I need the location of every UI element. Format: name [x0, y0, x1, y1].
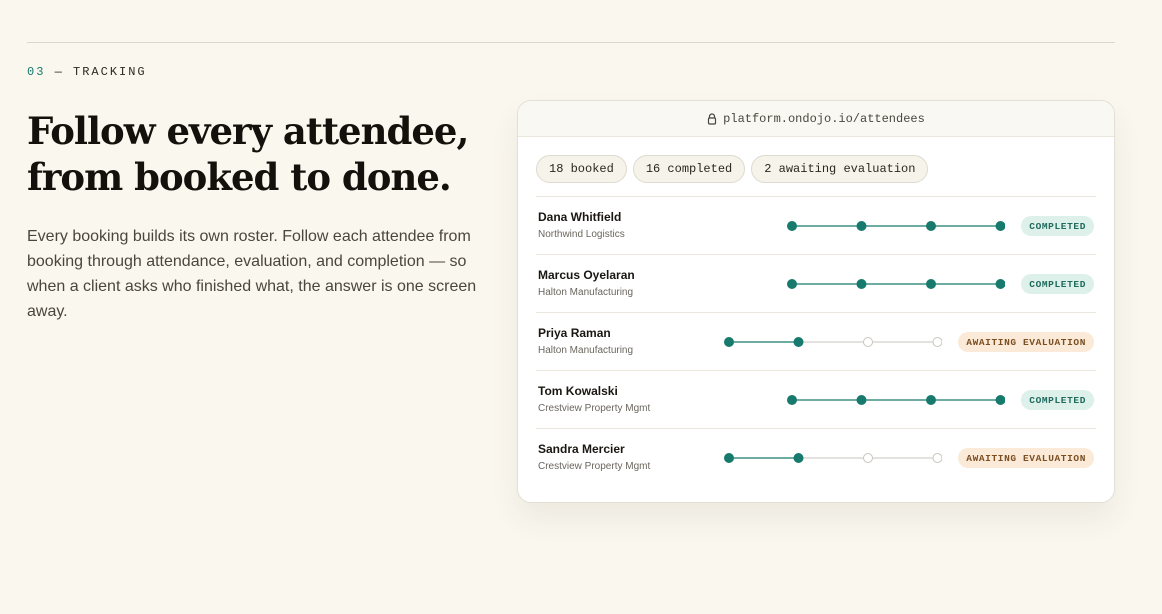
attendee-company: Crestview Property Mgmt — [538, 403, 651, 414]
attendee-row[interactable]: Tom Kowalski Crestview Property Mgmt COM… — [536, 371, 1096, 429]
progress-step-done — [925, 279, 936, 289]
attendee-name: Priya Raman — [538, 326, 611, 340]
progress-track — [786, 221, 1005, 231]
progress-track — [786, 395, 1005, 405]
progress-step-pending — [932, 337, 942, 347]
attendee-name: Tom Kowalski — [538, 384, 618, 398]
progress-step-pending — [862, 453, 873, 463]
status-badge: COMPLETED — [1021, 274, 1094, 294]
progress-step-done — [723, 337, 734, 347]
section-label: TRACKING — [73, 65, 147, 79]
progress-step-pending — [932, 453, 942, 463]
progress-step-done — [856, 221, 866, 231]
progress-step-done — [995, 395, 1005, 405]
progress-step-done — [995, 221, 1005, 231]
attendee-list: Dana Whitfield Northwind Logistics COMPL… — [536, 196, 1096, 487]
progress-step-done — [786, 221, 797, 231]
progress-step-done — [793, 337, 803, 347]
progress-step-pending — [862, 337, 873, 347]
progress-step-done — [925, 395, 936, 405]
section-separator: — — [54, 65, 64, 79]
progress-step-done — [925, 221, 936, 231]
top-divider — [27, 42, 1115, 43]
attendee-company: Halton Manufacturing — [538, 345, 634, 356]
attendee-company: Halton Manufacturing — [538, 287, 634, 298]
progress-step-done — [786, 395, 797, 405]
page-title: Follow every attendee, from booked to do… — [27, 109, 469, 199]
progress-track — [723, 453, 942, 463]
chip-completed[interactable]: 16 completed — [632, 155, 746, 183]
section-number: 03 — [27, 65, 46, 79]
url-text: platform.ondojo.io/attendees — [723, 111, 925, 126]
url-bar: platform.ondojo.io/attendees — [518, 101, 1114, 137]
attendee-row[interactable]: Marcus Oyelaran Halton Manufacturing COM… — [536, 255, 1096, 313]
summary-chips: 18 booked 16 completed 2 awaiting evalua… — [518, 137, 1114, 196]
progress-track — [786, 279, 1005, 289]
attendee-row[interactable]: Dana Whitfield Northwind Logistics COMPL… — [536, 197, 1096, 255]
progress-step-done — [856, 279, 866, 289]
chip-awaiting-evaluation[interactable]: 2 awaiting evaluation — [751, 155, 929, 183]
progress-step-done — [723, 453, 734, 463]
progress-step-done — [856, 395, 866, 405]
lock-icon — [707, 112, 717, 125]
attendee-company: Northwind Logistics — [538, 229, 625, 240]
status-badge: AWAITING EVALUATION — [958, 332, 1094, 352]
section-eyebrow: 03 — TRACKING — [27, 65, 147, 79]
progress-step-done — [793, 453, 803, 463]
progress-step-done — [786, 279, 797, 289]
status-badge: AWAITING EVALUATION — [958, 448, 1094, 468]
attendee-row[interactable]: Sandra Mercier Crestview Property Mgmt A… — [536, 429, 1096, 487]
attendee-name: Marcus Oyelaran — [538, 268, 635, 282]
progress-track — [723, 337, 942, 347]
chip-booked[interactable]: 18 booked — [536, 155, 627, 183]
attendee-name: Dana Whitfield — [538, 210, 622, 224]
attendee-company: Crestview Property Mgmt — [538, 461, 651, 472]
progress-step-done — [995, 279, 1005, 289]
browser-mockup: platform.ondojo.io/attendees 18 booked 1… — [517, 100, 1115, 503]
attendee-row[interactable]: Priya Raman Halton Manufacturing AWAITIN… — [536, 313, 1096, 371]
attendee-name: Sandra Mercier — [538, 442, 625, 456]
section-description: Every booking builds its own roster. Fol… — [27, 228, 477, 320]
status-badge: COMPLETED — [1021, 390, 1094, 410]
status-badge: COMPLETED — [1021, 216, 1094, 236]
